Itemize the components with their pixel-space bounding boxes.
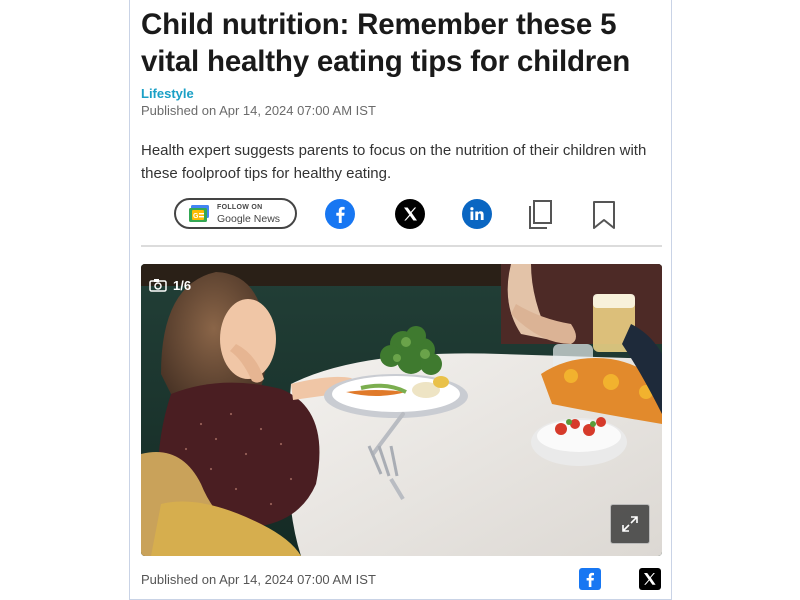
linkedin-share-icon[interactable]: [462, 199, 492, 229]
section-divider: [141, 245, 662, 247]
google-news-follow-text: FOLLOW ON: [217, 204, 263, 211]
facebook-share-icon[interactable]: [325, 199, 355, 229]
expand-icon: [622, 516, 638, 532]
category-link[interactable]: Lifestyle: [141, 86, 194, 101]
expand-image-button[interactable]: [610, 504, 650, 544]
x-footer-icon[interactable]: [639, 568, 661, 590]
child-at-table-photo: [141, 264, 662, 556]
article-summary: Health expert suggests parents to focus …: [141, 142, 647, 182]
google-news-icon: G: [189, 205, 209, 222]
bookmark-icon[interactable]: [592, 201, 616, 229]
camera-icon: [149, 279, 167, 292]
svg-text:G: G: [193, 213, 199, 220]
gallery-counter: 1/6: [149, 274, 191, 296]
share-bar: G FOLLOW ON Google News: [141, 196, 662, 234]
follow-google-news-button[interactable]: G FOLLOW ON Google News: [174, 198, 297, 229]
gallery-counter-text: 1/6: [173, 277, 192, 293]
x-share-icon[interactable]: [395, 199, 425, 229]
google-news-label: Google News: [217, 213, 281, 225]
article-container: Child nutrition: Remember these 5 vital …: [129, 0, 672, 600]
published-date-footer: Published on Apr 14, 2024 07:00 AM IST: [141, 572, 376, 587]
published-date: Published on Apr 14, 2024 07:00 AM IST: [141, 103, 376, 118]
article-headline: Child nutrition: Remember these 5 vital …: [141, 8, 631, 78]
facebook-footer-icon[interactable]: [579, 568, 601, 590]
article-hero-image[interactable]: 1/6: [141, 264, 662, 556]
copy-link-icon[interactable]: [528, 200, 554, 230]
